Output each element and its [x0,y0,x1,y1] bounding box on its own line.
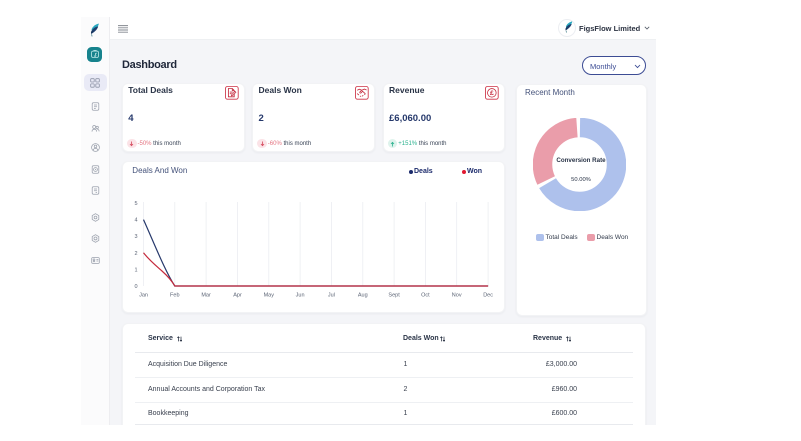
svg-text:Apr: Apr [233,293,242,299]
svg-text:Jun: Jun [296,293,305,299]
svg-text:£: £ [490,90,494,97]
svg-text:3: 3 [134,234,137,240]
svg-text:Feb: Feb [170,293,179,299]
svg-text:Aug: Aug [358,293,368,299]
svg-text:Dec: Dec [483,293,493,299]
svg-text:May: May [264,293,275,299]
svg-text:1: 1 [134,267,137,273]
svg-text:Sept: Sept [388,293,400,299]
svg-text:0: 0 [134,284,137,290]
svg-text:Mar: Mar [201,293,211,299]
svg-text:Jan: Jan [139,293,148,299]
svg-text:Jul: Jul [328,293,335,299]
svg-text:2: 2 [134,251,137,257]
svg-text:4: 4 [134,218,137,224]
svg-text:Nov: Nov [452,293,462,299]
svg-text:Oct: Oct [421,293,430,299]
svg-text:5: 5 [134,201,137,207]
